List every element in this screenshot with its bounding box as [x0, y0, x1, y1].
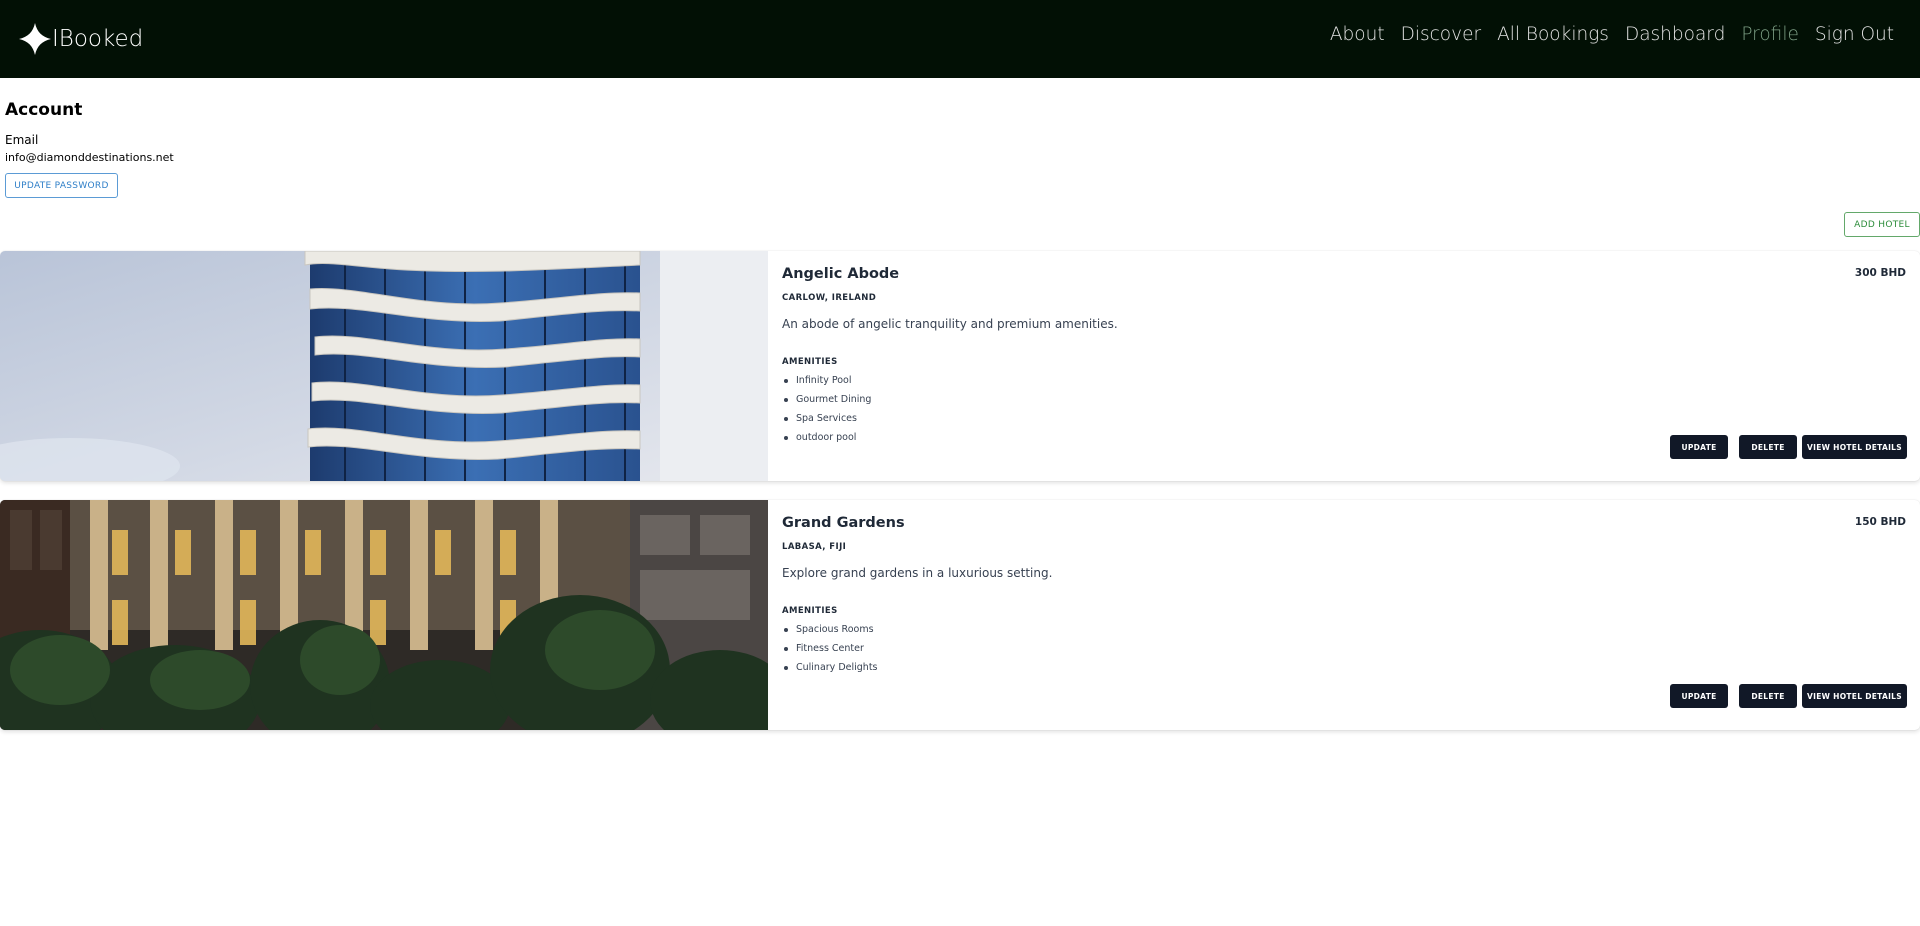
nav-links: About Discover All Bookings Dashboard Pr… [1330, 24, 1894, 45]
hotel-image [0, 500, 768, 730]
add-hotel-button[interactable]: ADD HOTEL [1844, 212, 1920, 237]
view-hotel-details-button[interactable]: VIEW HOTEL DETAILS [1802, 435, 1907, 459]
delete-hotel-button[interactable]: DELETE [1739, 684, 1797, 708]
hotel-price: 150 BHD [1854, 516, 1906, 528]
amenity-item: Spacious Rooms [782, 623, 878, 642]
nav-link-discover[interactable]: Discover [1401, 24, 1481, 45]
account-title: Account [5, 100, 83, 120]
nav-link-all-bookings[interactable]: All Bookings [1497, 24, 1609, 45]
hotel-location: LABASA, FIJI [782, 542, 847, 552]
hotel-image [0, 251, 768, 481]
amenity-item: Fitness Center [782, 642, 878, 661]
nav-link-dashboard[interactable]: Dashboard [1625, 24, 1725, 45]
update-hotel-button[interactable]: UPDATE [1670, 435, 1728, 459]
amenity-item: outdoor pool [782, 431, 871, 450]
hotel-location: CARLOW, IRELAND [782, 293, 877, 303]
email-label: Email [5, 133, 39, 147]
update-password-button[interactable]: UPDATE PASSWORD [5, 173, 118, 198]
hotel-description: Explore grand gardens in a luxurious set… [782, 566, 1053, 580]
amenity-item: Gourmet Dining [782, 393, 871, 412]
view-hotel-details-button[interactable]: VIEW HOTEL DETAILS [1802, 684, 1907, 708]
brand-name: IBooked [52, 26, 144, 52]
amenity-item: Infinity Pool [782, 374, 871, 393]
hotel-card: Grand Gardens 150 BHD LABASA, FIJI Explo… [0, 500, 1920, 730]
amenity-item: Spa Services [782, 412, 871, 431]
update-hotel-button[interactable]: UPDATE [1670, 684, 1728, 708]
hotel-price: 300 BHD [1854, 267, 1906, 279]
nav-link-profile[interactable]: Profile [1741, 24, 1799, 45]
nav-link-about[interactable]: About [1330, 24, 1385, 45]
hotel-name: Angelic Abode [782, 266, 900, 282]
navbar: IBooked About Discover All Bookings Dash… [0, 0, 1920, 78]
amenities-heading: AMENITIES [782, 606, 838, 616]
diamond-icon [19, 23, 51, 55]
hotel-card: Angelic Abode 300 BHD CARLOW, IRELAND An… [0, 251, 1920, 481]
hotel-name: Grand Gardens [782, 515, 905, 531]
nav-link-sign-out[interactable]: Sign Out [1815, 24, 1894, 45]
email-value: info@diamonddestinations.net [5, 151, 174, 164]
hotel-description: An abode of angelic tranquility and prem… [782, 317, 1118, 331]
delete-hotel-button[interactable]: DELETE [1739, 435, 1797, 459]
brand-logo[interactable]: IBooked [18, 22, 143, 56]
amenities-heading: AMENITIES [782, 357, 838, 367]
amenity-item: Culinary Delights [782, 661, 878, 680]
amenities-list: Infinity Pool Gourmet Dining Spa Service… [782, 374, 871, 450]
amenities-list: Spacious Rooms Fitness Center Culinary D… [782, 623, 878, 680]
